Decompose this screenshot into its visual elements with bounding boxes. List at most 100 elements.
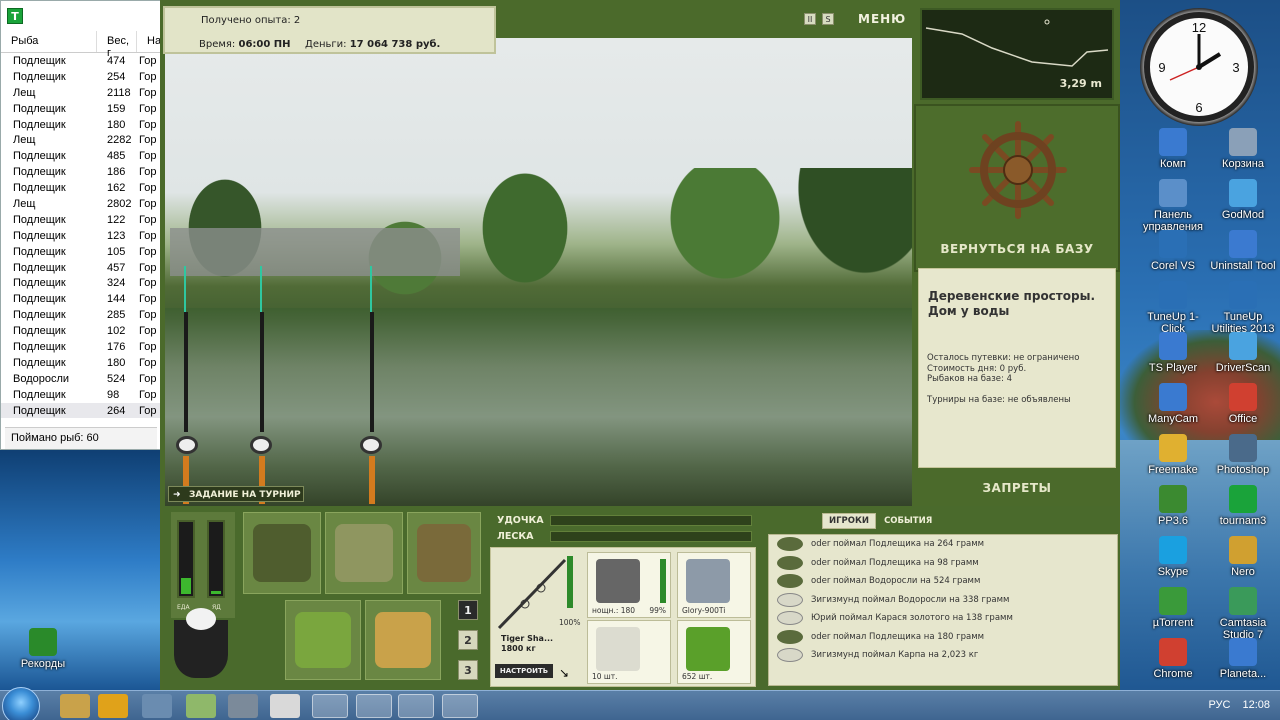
desktop-icon[interactable]: Corel VS bbox=[1138, 230, 1208, 272]
taskbar: РУС 12:08 bbox=[0, 687, 1280, 720]
taskbar-app-active[interactable] bbox=[442, 694, 478, 718]
fishing-scene[interactable] bbox=[165, 38, 912, 506]
bait-slot[interactable]: 652 шт. bbox=[677, 620, 751, 684]
table-row[interactable]: Подлещик 122 Гор bbox=[1, 212, 161, 228]
table-row[interactable]: Подлещик 123 Гор bbox=[1, 228, 161, 244]
sound-icon[interactable]: S bbox=[822, 13, 834, 25]
start-button[interactable] bbox=[2, 687, 40, 720]
tray-lang[interactable]: РУС bbox=[1208, 699, 1230, 711]
page-button-3[interactable]: 3 bbox=[458, 660, 478, 680]
table-row[interactable]: Подлещик 474 Гор bbox=[1, 53, 161, 69]
inventory-slot-basket[interactable] bbox=[285, 600, 361, 680]
return-base-panel[interactable]: ВЕРНУТЬСЯ НА БАЗУ bbox=[914, 104, 1120, 272]
table-row[interactable]: Подлещик 180 Гор bbox=[1, 117, 161, 133]
bans-button[interactable]: ЗАПРЕТЫ bbox=[914, 472, 1120, 504]
return-base-button[interactable]: ВЕРНУТЬСЯ НА БАЗУ bbox=[916, 242, 1118, 256]
taskbar-fishing-game[interactable] bbox=[312, 694, 348, 718]
table-row[interactable]: Подлещик 162 Гор bbox=[1, 180, 161, 196]
tab-players[interactable]: ИГРОКИ bbox=[822, 513, 877, 529]
desktop-icon[interactable]: µTorrent bbox=[1138, 587, 1208, 629]
desktop-icon[interactable]: PP3.6 bbox=[1138, 485, 1208, 527]
desktop-icon[interactable]: Uninstall Tool bbox=[1208, 230, 1278, 272]
table-row[interactable]: Подлещик 144 Гор bbox=[1, 291, 161, 307]
clock-gadget[interactable]: 12 3 6 9 bbox=[1140, 8, 1258, 126]
table-row[interactable]: Лещ 2802 Гор bbox=[1, 196, 161, 212]
desktop-icon[interactable]: Nero bbox=[1208, 536, 1278, 578]
cell-weight: 144 bbox=[107, 293, 126, 306]
table-row[interactable]: Подлещик 176 Гор bbox=[1, 339, 161, 355]
taskbar-app-icon[interactable] bbox=[142, 694, 172, 718]
table-row[interactable]: Лещ 2118 Гор bbox=[1, 85, 161, 101]
cauldron-icon[interactable] bbox=[174, 608, 228, 678]
explorer-icon[interactable] bbox=[60, 694, 90, 718]
table-row[interactable]: Подлещик 324 Гор bbox=[1, 275, 161, 291]
reel-slot[interactable]: нощн.: 180 99% bbox=[587, 552, 671, 618]
header-weight[interactable]: Вес, г bbox=[97, 31, 137, 59]
table-row[interactable]: Подлещик 254 Гор bbox=[1, 69, 161, 85]
rod-1[interactable] bbox=[184, 312, 188, 432]
hook-icon bbox=[596, 627, 640, 671]
desktop-icon[interactable]: GodMod bbox=[1208, 179, 1278, 221]
table-row[interactable]: Подлещик 285 Гор bbox=[1, 307, 161, 323]
desktop-icon[interactable]: TS Player bbox=[1138, 332, 1208, 374]
desktop-icon[interactable]: TuneUp 1-Click bbox=[1138, 281, 1208, 335]
tray-time[interactable]: 12:08 bbox=[1242, 699, 1270, 711]
taskbar-app-icon[interactable] bbox=[228, 694, 258, 718]
desktop-icon[interactable]: Skype bbox=[1138, 536, 1208, 578]
desktop-icon[interactable]: tournam3 bbox=[1208, 485, 1278, 527]
desktop-icon[interactable]: Freemake bbox=[1138, 434, 1208, 476]
tournament-task-button[interactable]: ЗАДАНИЕ НА ТУРНИР bbox=[168, 486, 304, 503]
table-row[interactable]: Подлещик 102 Гор bbox=[1, 323, 161, 339]
desktop-icon[interactable]: ManyCam bbox=[1138, 383, 1208, 425]
inventory-slot-net[interactable] bbox=[407, 512, 481, 594]
menu-button[interactable]: МЕНЮ bbox=[858, 12, 906, 26]
page-button-1[interactable]: 1 bbox=[458, 600, 478, 620]
table-row[interactable]: Подлещик 485 Гор bbox=[1, 148, 161, 164]
desktop-icon[interactable]: TuneUp Utilities 2013 bbox=[1208, 281, 1278, 335]
tab-events[interactable]: СОБЫТИЯ bbox=[882, 513, 934, 529]
desktop-icon[interactable]: Chrome bbox=[1138, 638, 1208, 680]
inventory-slot-bag[interactable] bbox=[325, 512, 403, 594]
desktop-icon[interactable]: DriverScan bbox=[1208, 332, 1278, 374]
desktop-icon-records[interactable]: Рекорды bbox=[8, 628, 78, 670]
table-row[interactable]: Подлещик 180 Гор bbox=[1, 355, 161, 371]
page-button-2[interactable]: 2 bbox=[458, 630, 478, 650]
desktop-icon[interactable]: Office bbox=[1208, 383, 1278, 425]
rod-2[interactable] bbox=[260, 312, 264, 432]
rod-3[interactable] bbox=[370, 312, 374, 432]
taskbar-app-icon[interactable] bbox=[186, 694, 216, 718]
table-row[interactable]: Подлещик 457 Гор bbox=[1, 260, 161, 276]
inventory-slot-backpack[interactable] bbox=[243, 512, 321, 594]
table-row[interactable]: Подлещик 98 Гор bbox=[1, 387, 161, 403]
food-gauge bbox=[177, 520, 195, 598]
table-row[interactable]: Подлещик 105 Гор bbox=[1, 244, 161, 260]
taskbar-app-active[interactable] bbox=[398, 694, 434, 718]
table-row[interactable]: Подлещик 159 Гор bbox=[1, 101, 161, 117]
header-place[interactable]: На bbox=[137, 31, 161, 52]
rod-1-reel[interactable] bbox=[176, 436, 198, 454]
cell-weight: 123 bbox=[107, 229, 126, 242]
desktop-icon[interactable]: Комп bbox=[1138, 128, 1208, 170]
hook-slot[interactable]: 10 шт. bbox=[587, 620, 671, 684]
pause-icon[interactable]: II bbox=[804, 13, 816, 25]
desktop-icon[interactable]: Панель управления bbox=[1138, 179, 1208, 233]
header-fish[interactable]: Рыба bbox=[1, 31, 97, 52]
table-row[interactable]: Лещ 2282 Гор bbox=[1, 132, 161, 148]
table-row[interactable]: Подлещик 186 Гор bbox=[1, 164, 161, 180]
table-row[interactable]: Водоросли 524 Гор bbox=[1, 371, 161, 387]
rod-3-reel[interactable] bbox=[360, 436, 382, 454]
rod-2-reel[interactable] bbox=[250, 436, 272, 454]
desktop-icon[interactable]: Корзина bbox=[1208, 128, 1278, 170]
desktop-icon[interactable]: Planeta... bbox=[1208, 638, 1278, 680]
table-row[interactable]: Подлещик 264 Гор bbox=[1, 402, 161, 419]
desktop-icon[interactable]: Camtasia Studio 7 bbox=[1208, 587, 1278, 641]
media-player-icon[interactable] bbox=[98, 694, 128, 718]
inventory-slot-bucket[interactable] bbox=[365, 600, 441, 680]
resize-arrow-icon[interactable]: ↘ bbox=[559, 666, 569, 680]
taskbar-tournament[interactable] bbox=[356, 694, 392, 718]
setup-button[interactable]: НАСТРОИТЬ bbox=[495, 664, 553, 678]
taskbar-app-icon[interactable] bbox=[270, 694, 300, 718]
line-slot[interactable]: Glory-900Ti bbox=[677, 552, 751, 618]
cell-weight: 264 bbox=[107, 404, 126, 417]
desktop-icon[interactable]: Photoshop bbox=[1208, 434, 1278, 476]
